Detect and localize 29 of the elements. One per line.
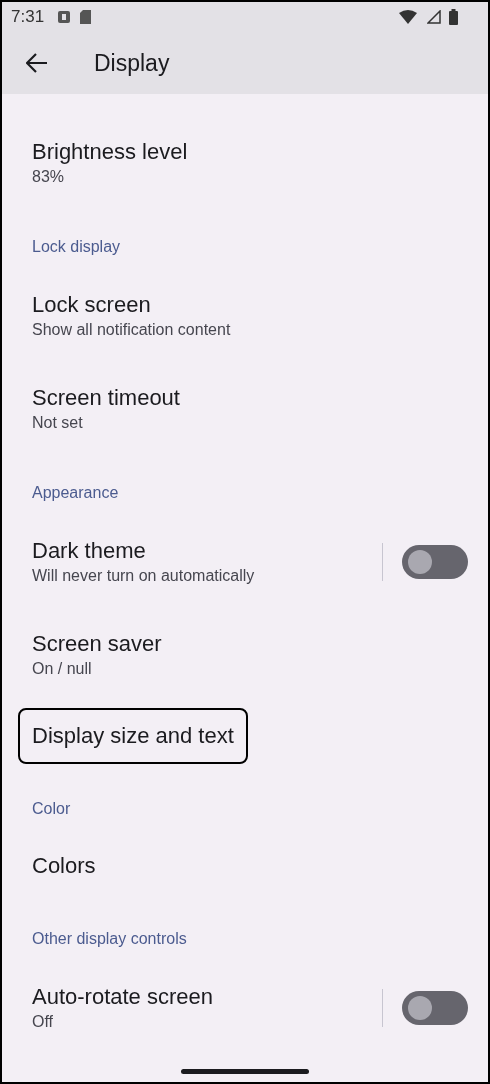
- navigation-handle[interactable]: [181, 1068, 309, 1074]
- screen-title: Display: [94, 49, 170, 77]
- setting-title[interactable]: Brightness level: [32, 138, 188, 167]
- sd-card-icon: [80, 10, 92, 24]
- status-time: 7:31: [11, 7, 45, 27]
- setting-summary: 83%: [32, 167, 65, 188]
- notification-icon: [58, 11, 71, 23]
- back-arrow-icon[interactable]: [26, 53, 48, 74]
- setting-title[interactable]: Auto-rotate screen: [32, 983, 213, 1012]
- signal-icon: [427, 10, 441, 24]
- section-header: Other display controls: [31, 929, 188, 950]
- section-header: Color: [31, 799, 72, 820]
- setting-title[interactable]: Screen timeout: [32, 384, 180, 413]
- battery-icon: [449, 9, 458, 25]
- setting-summary: Will never turn on automatically: [32, 566, 255, 587]
- setting-title[interactable]: Dark theme: [32, 537, 146, 566]
- section-header: Appearance: [31, 483, 120, 504]
- setting-title[interactable]: Lock screen: [32, 291, 151, 320]
- setting-title[interactable]: Display size and text: [18, 708, 248, 765]
- toggle-switch[interactable]: [402, 990, 468, 1025]
- wifi-icon: [399, 10, 417, 24]
- toggle-switch[interactable]: [402, 544, 468, 579]
- setting-summary: On / null: [32, 659, 92, 680]
- setting-summary: Off: [32, 1012, 54, 1033]
- setting-summary: Show all notification content: [32, 320, 231, 341]
- section-header: Lock display: [31, 237, 122, 258]
- setting-title[interactable]: Screen saver: [32, 630, 162, 659]
- setting-title[interactable]: Colors: [32, 852, 96, 881]
- setting-summary: Not set: [32, 413, 83, 434]
